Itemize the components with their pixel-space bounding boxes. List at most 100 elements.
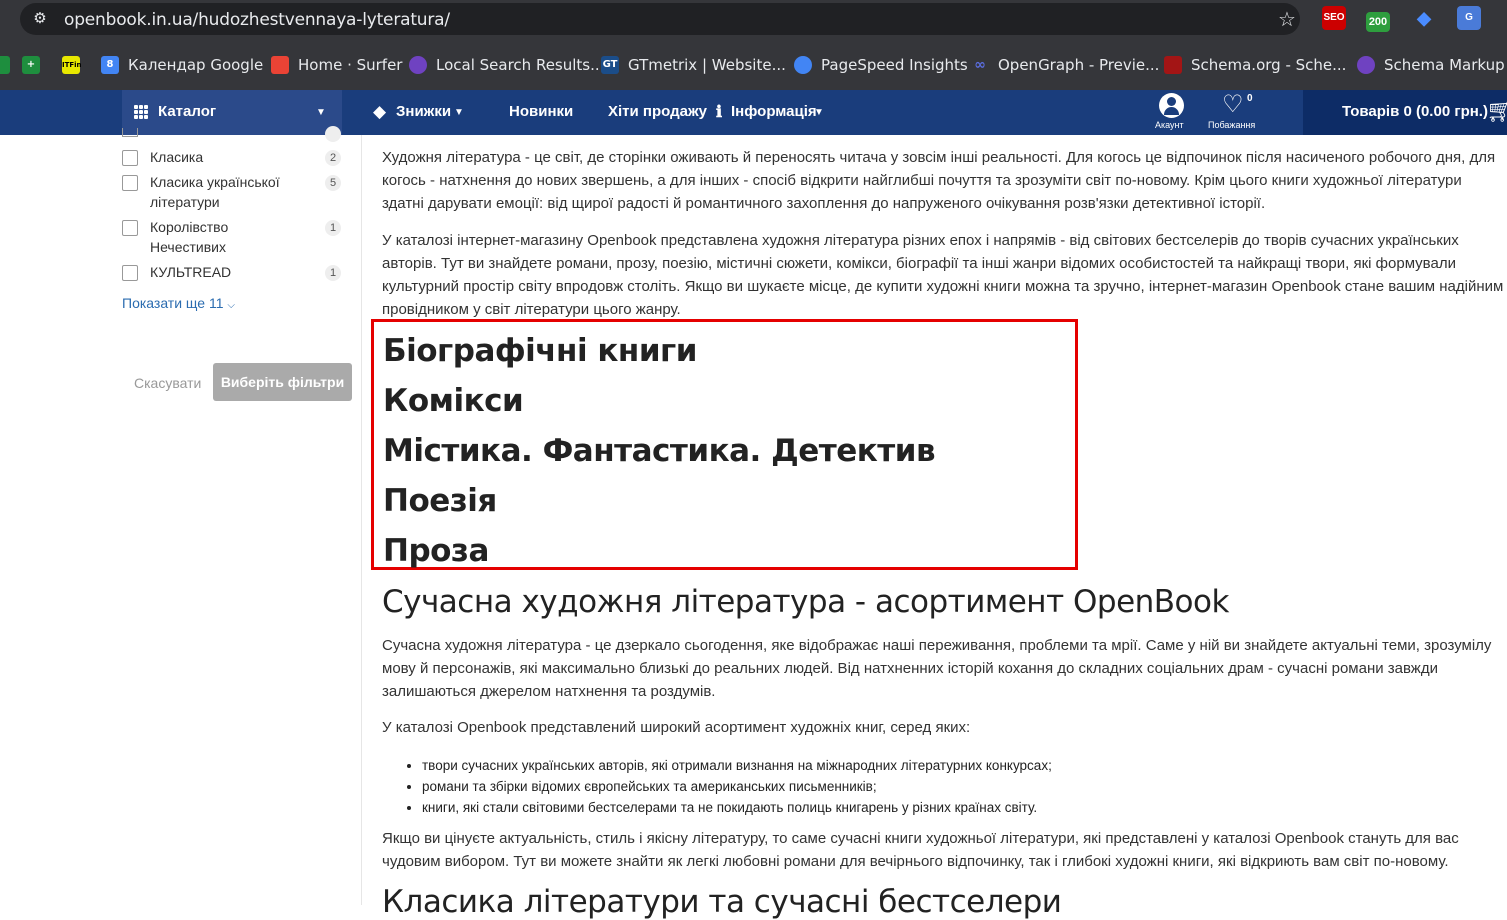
bookmark-gtmetrix[interactable]: GT GTmetrix | Website...: [601, 53, 786, 77]
pagespeed-icon: [794, 56, 812, 74]
site-info-icon[interactable]: ⚙: [30, 9, 50, 29]
bookmark-schema-org[interactable]: Schema.org - Sche...: [1164, 53, 1346, 77]
section-heading-modern: Сучасна художня література - асортимент …: [382, 584, 1229, 620]
filter-option[interactable]: Класика української літератури: [122, 172, 310, 212]
schema-org-icon: [1164, 56, 1182, 74]
surfer-icon: [271, 56, 289, 74]
catalog-label: Каталог: [158, 103, 217, 120]
bookmarks-bar: + ITFin 8 Календар Google Home · Surfer L…: [0, 40, 1507, 90]
bookmark-schema-markup[interactable]: Schema Markup G: [1357, 53, 1507, 77]
list-item: романи та збірки відомих європейських та…: [422, 776, 1052, 797]
bookmark-label: Local Search Results...: [436, 56, 605, 74]
user-icon[interactable]: [1159, 93, 1184, 118]
checkbox[interactable]: [122, 150, 138, 166]
bookmark-label: PageSpeed Insights: [821, 56, 968, 74]
filter-option[interactable]: КУЛЬТREAD: [122, 262, 310, 282]
heart-icon[interactable]: ♡: [1222, 90, 1244, 119]
site-nav: Каталог ▼ ◆ Знижки ▼ Новинки Хіти продаж…: [0, 90, 1507, 135]
nav-info[interactable]: Інформація: [731, 103, 817, 120]
wishlist-label[interactable]: Побажання: [1208, 120, 1255, 130]
seo-extension-icon[interactable]: SEO: [1322, 6, 1346, 30]
bookmark-surfer[interactable]: Home · Surfer: [271, 53, 402, 77]
cancel-button[interactable]: Скасувати: [134, 375, 201, 391]
genre-link-comics[interactable]: Комікси: [383, 383, 524, 419]
address-bar[interactable]: ⚙ openbook.in.ua/hudozhestvennaya-lytera…: [20, 3, 1300, 35]
bookmark-label: Schema.org - Sche...: [1191, 56, 1347, 74]
chevron-down-icon: ▼: [814, 107, 824, 118]
count-badge: 1: [325, 220, 341, 236]
checkbox[interactable]: [122, 220, 138, 236]
itfin-icon: ITFin: [62, 56, 82, 74]
chevron-down-icon: ⌵: [227, 300, 235, 311]
bookmark-item[interactable]: [0, 53, 19, 77]
filter-label: Класика української літератури: [150, 174, 280, 210]
list-item: твори сучасних українських авторів, які …: [422, 755, 1052, 776]
count-badge: 2: [325, 150, 341, 166]
apply-filters-button[interactable]: Виберіть фільтри: [213, 363, 352, 401]
bookmark-google-calendar[interactable]: 8 Календар Google: [101, 53, 263, 77]
filter-label: Класика: [150, 149, 204, 165]
genre-link-prose[interactable]: Проза: [383, 533, 489, 569]
url-text[interactable]: openbook.in.ua/hudozhestvennaya-lyteratu…: [64, 10, 450, 30]
count-badge: 5: [325, 175, 341, 191]
count-badge: [325, 126, 341, 142]
genre-link-poetry[interactable]: Поезія: [383, 483, 497, 519]
bookmark-label: Schema Markup G: [1384, 56, 1507, 74]
cart-summary[interactable]: Товарів 0 (0.00 грн.): [1342, 103, 1488, 120]
genre-link-biography[interactable]: Біографічні книги: [383, 333, 697, 369]
bookmark-item[interactable]: ITFin: [62, 53, 89, 77]
local-search-icon: [409, 56, 427, 74]
count-badge: 1: [325, 265, 341, 281]
browser-toolbar: ⚙ openbook.in.ua/hudozhestvennaya-lytera…: [0, 0, 1507, 40]
filter-option[interactable]: Класика: [122, 147, 310, 167]
bookmark-star-icon[interactable]: ☆: [1278, 7, 1296, 32]
filter-option[interactable]: Королівство Нечестивих: [122, 217, 260, 257]
schema-markup-icon: [1357, 56, 1375, 74]
opengraph-icon: ∞: [974, 57, 986, 73]
account-label[interactable]: Акаунт: [1155, 120, 1184, 130]
checkbox[interactable]: [122, 175, 138, 191]
plus-icon: +: [22, 56, 40, 74]
translate-extension-icon[interactable]: G: [1457, 6, 1481, 30]
chevron-down-icon: ▼: [316, 107, 326, 118]
nav-discounts[interactable]: Знижки: [396, 103, 451, 120]
gtmetrix-icon: GT: [601, 56, 619, 74]
bookmark-pagespeed[interactable]: PageSpeed Insights: [794, 53, 968, 77]
list-item: книги, які стали світовими бестселерами …: [422, 797, 1052, 818]
tag-icon: ◆: [373, 102, 387, 121]
filter-sidebar: Класика 2 Класика української літератури…: [0, 126, 362, 905]
genre-link-mystic[interactable]: Містика. Фантастика. Детектив: [383, 433, 936, 469]
bookmark-label: Календар Google: [128, 56, 264, 74]
tag-extension-icon[interactable]: ◆: [1412, 6, 1436, 30]
bookmark-opengraph[interactable]: ∞ OpenGraph - Previe...: [971, 53, 1159, 77]
nav-bestsellers[interactable]: Хіти продажу: [608, 103, 707, 120]
bookmark-label: OpenGraph - Previe...: [998, 56, 1160, 74]
wishlist-count: 0: [1247, 93, 1253, 104]
nav-new[interactable]: Новинки: [509, 103, 573, 120]
bookmark-local-search[interactable]: Local Search Results...: [409, 53, 604, 77]
filter-label: Королівство Нечестивих: [150, 219, 229, 255]
info-icon: ℹ: [716, 104, 723, 121]
show-more-label: Показати ще 11: [122, 295, 224, 311]
catalog-button[interactable]: Каталог ▼: [122, 90, 342, 135]
status-extension-icon[interactable]: 200: [1366, 12, 1390, 32]
bookmark-item[interactable]: +: [22, 53, 49, 77]
section-heading-classic: Класика літератури та сучасні бестселери: [382, 884, 1062, 920]
green-app-icon: [0, 56, 10, 74]
intro-paragraph-1: Художня література - це світ, де сторінк…: [382, 149, 1496, 212]
checkbox-partial[interactable]: [122, 128, 138, 137]
calendar-icon: 8: [101, 56, 119, 74]
modern-paragraph-1: Сучасна художня література - це дзеркало…: [382, 637, 1492, 700]
bookmark-label: Home · Surfer: [298, 56, 403, 74]
bookmark-label: GTmetrix | Website...: [628, 56, 786, 74]
filter-label: КУЛЬТREAD: [150, 264, 232, 280]
modern-paragraph-2: У каталозі Openbook представлений широки…: [382, 719, 971, 736]
grid-icon: [134, 105, 148, 119]
intro-paragraph-2: У каталозі інтернет-магазину Openbook пр…: [382, 232, 1504, 318]
feature-list: твори сучасних українських авторів, які …: [382, 755, 1052, 818]
chevron-down-icon: ▼: [454, 107, 464, 118]
modern-paragraph-3: Якщо ви цінуєте актуальність, стиль і як…: [382, 830, 1459, 870]
cart-icon[interactable]: 🛒︎: [1486, 98, 1507, 124]
show-more-link[interactable]: Показати ще 11 ⌵: [122, 295, 235, 311]
checkbox[interactable]: [122, 265, 138, 281]
